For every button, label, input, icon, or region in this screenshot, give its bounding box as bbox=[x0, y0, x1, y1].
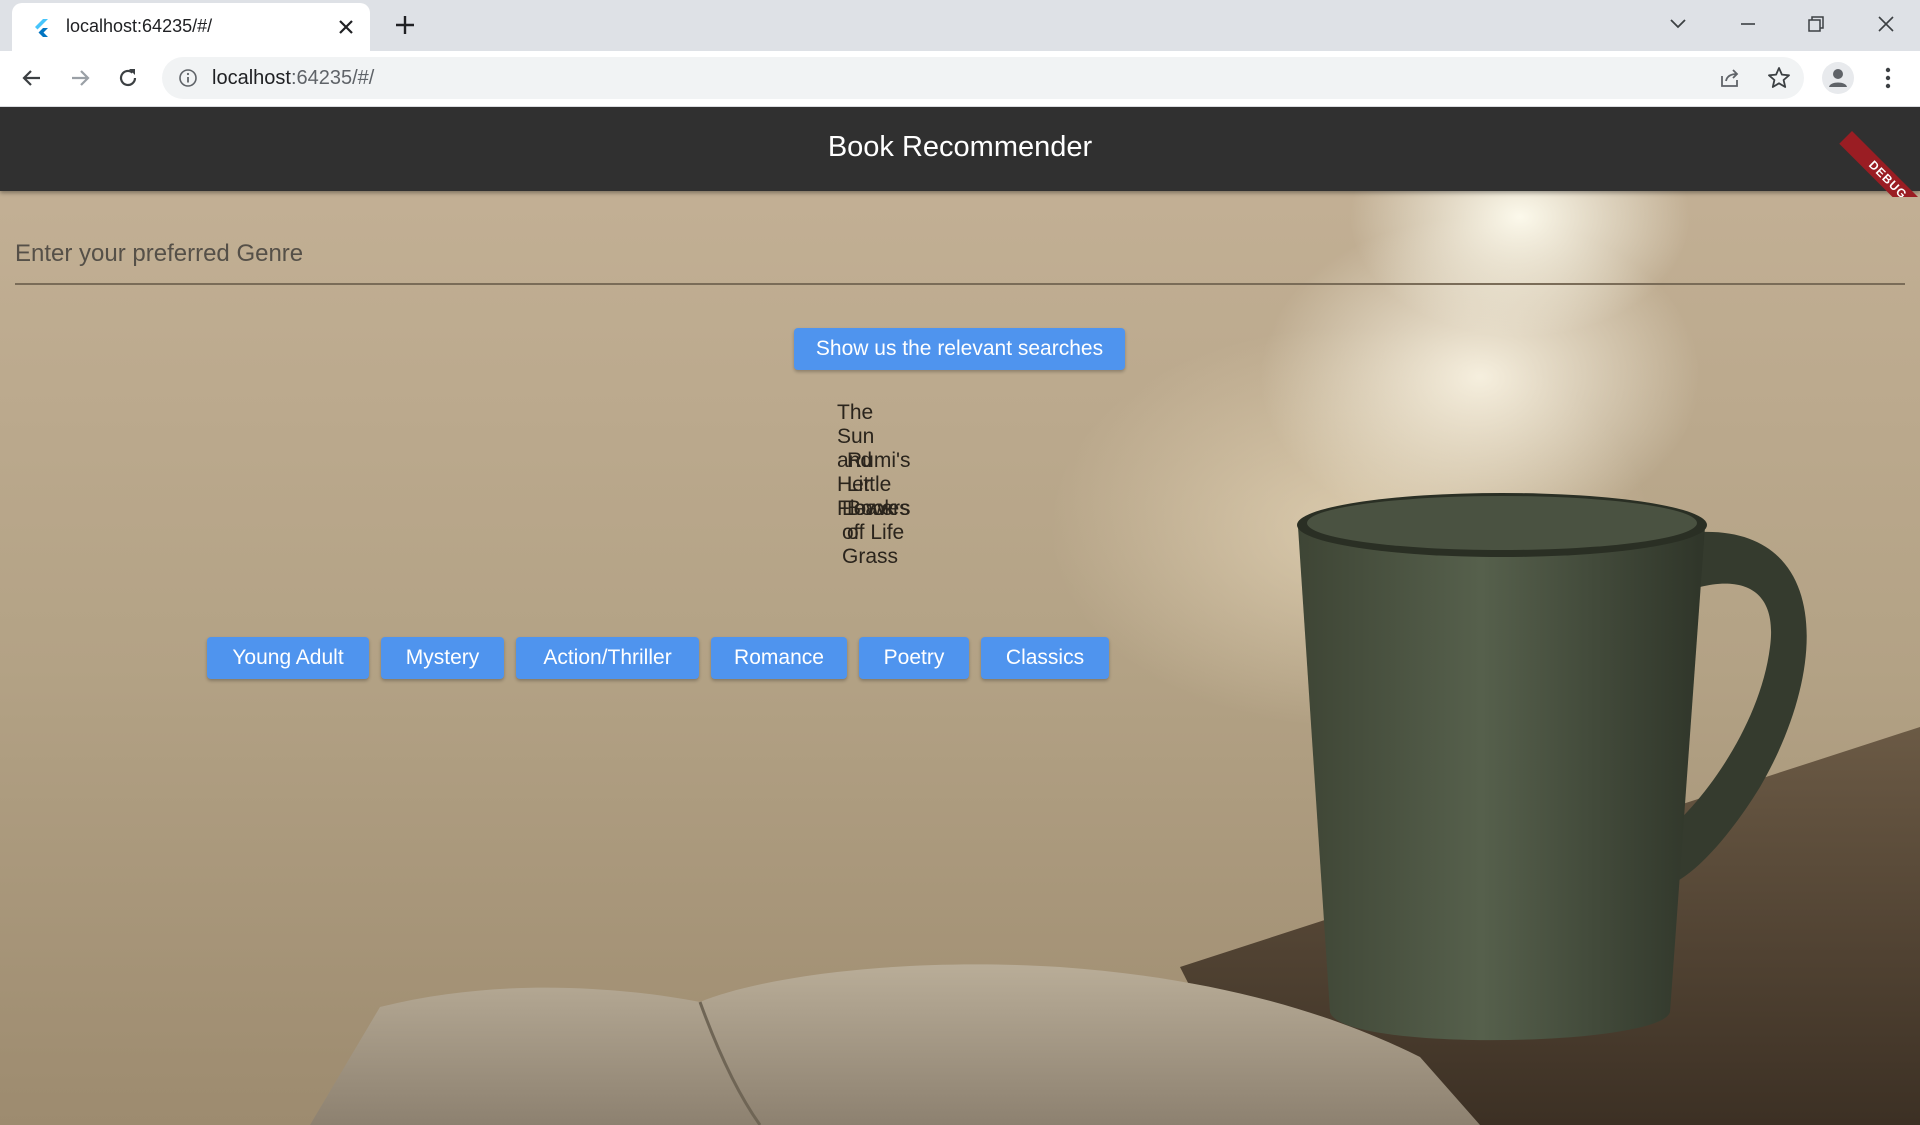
browser-tab[interactable]: localhost:64235/#/ bbox=[12, 3, 370, 51]
url-text: localhost:64235/#/ bbox=[212, 67, 374, 90]
close-window-icon[interactable] bbox=[1872, 10, 1900, 38]
genre-button-young-adult[interactable]: Young Adult bbox=[207, 637, 369, 679]
flutter-icon bbox=[35, 19, 48, 37]
more-vert-icon[interactable] bbox=[1874, 64, 1902, 92]
genre-button-classics[interactable]: Classics bbox=[981, 637, 1109, 679]
debug-banner: DEBUG bbox=[1830, 107, 1920, 197]
browser-toolbar: localhost:64235/#/ bbox=[0, 51, 1920, 107]
star-icon[interactable] bbox=[1766, 65, 1792, 91]
result-item: Leaves of Grass bbox=[842, 497, 910, 568]
genre-button-action-thriller[interactable]: Action/Thriller bbox=[516, 637, 699, 679]
reload-icon[interactable] bbox=[114, 64, 142, 92]
genre-button-romance[interactable]: Romance bbox=[711, 637, 847, 679]
show-searches-button[interactable]: Show us the relevant searches bbox=[794, 328, 1125, 370]
url-path: :64235/#/ bbox=[290, 67, 375, 89]
arrow-forward-icon[interactable] bbox=[66, 64, 94, 92]
avatar-icon[interactable] bbox=[1822, 62, 1854, 94]
share-icon[interactable] bbox=[1718, 66, 1742, 90]
app-bar: Book Recommender DEBUG bbox=[0, 107, 1920, 197]
close-icon[interactable] bbox=[334, 15, 358, 39]
plus-icon[interactable] bbox=[392, 12, 418, 38]
arrow-back-icon[interactable] bbox=[18, 64, 46, 92]
url-host: localhost bbox=[212, 67, 291, 89]
app-title: Book Recommender bbox=[827, 131, 1093, 163]
address-bar[interactable]: localhost:64235/#/ bbox=[162, 57, 1804, 99]
minimize-icon[interactable] bbox=[1734, 10, 1762, 38]
browser-tabstrip: localhost:64235/#/ bbox=[0, 0, 1920, 51]
chevron-down-icon[interactable] bbox=[1664, 10, 1692, 38]
genre-input[interactable] bbox=[15, 225, 1905, 285]
restore-icon[interactable] bbox=[1802, 10, 1830, 38]
app-viewport: Book Recommender DEBUG Show us the relev… bbox=[0, 107, 1920, 1125]
info-icon[interactable] bbox=[178, 68, 198, 88]
genre-button-poetry[interactable]: Poetry bbox=[859, 637, 969, 679]
debug-label: DEBUG bbox=[1839, 131, 1920, 197]
tab-title: localhost:64235/#/ bbox=[66, 16, 213, 36]
genre-button-mystery[interactable]: Mystery bbox=[381, 637, 504, 679]
